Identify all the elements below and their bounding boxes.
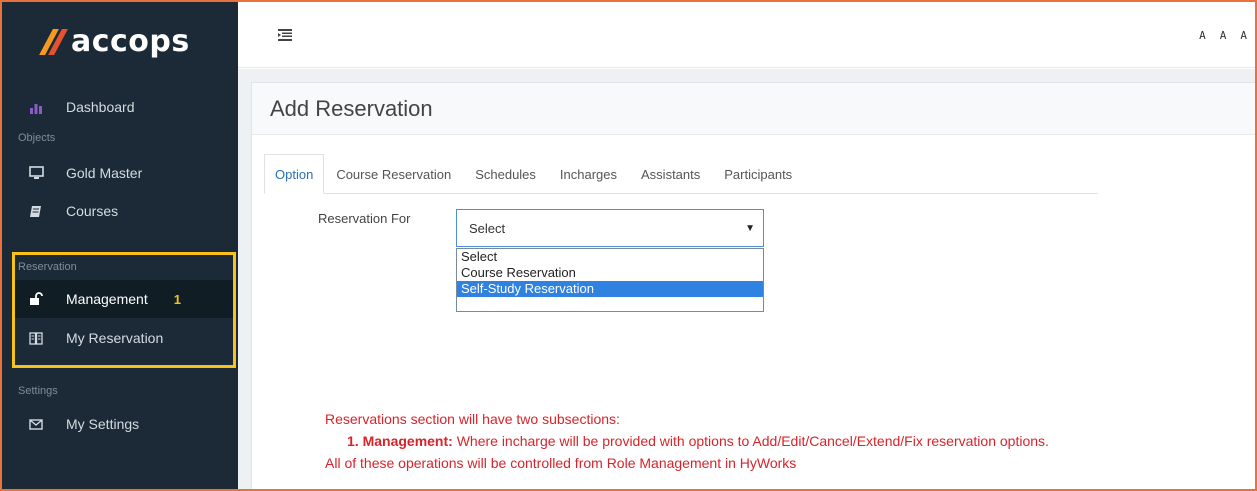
select-value: Select: [469, 220, 506, 236]
sidebar-item-label: My Reservation: [66, 330, 164, 346]
envelope-icon: [28, 416, 44, 432]
tab-course-reservation[interactable]: Course Reservation: [324, 154, 463, 194]
brand-logo[interactable]: accops: [2, 2, 238, 82]
sidebar-item-label: My Settings: [66, 416, 140, 432]
sidebar-item-label: Management: [66, 291, 148, 307]
sidebar-item-my-settings[interactable]: My Settings: [2, 405, 238, 443]
sidebar: accops Dashboard Objects Gold Master Cou…: [2, 2, 238, 489]
brand-name: accops: [71, 24, 190, 59]
annotation-line-3: All of these operations will be controll…: [325, 455, 797, 471]
content-panel: Add Reservation Option Course Reservatio…: [251, 82, 1255, 489]
bar-chart-icon: [28, 99, 44, 115]
font-size-medium-button[interactable]: A: [1220, 29, 1227, 42]
tab-incharges[interactable]: Incharges: [548, 154, 629, 194]
section-label-settings: Settings: [18, 385, 58, 397]
dropdown-option-select[interactable]: Select: [457, 249, 763, 265]
unlock-icon: [28, 291, 44, 307]
sidebar-item-my-reservation[interactable]: My Reservation: [15, 319, 233, 357]
annotation-line-2-text: Where incharge will be provided with opt…: [452, 433, 1049, 449]
font-size-small-button[interactable]: A: [1199, 29, 1206, 42]
tab-assistants[interactable]: Assistants: [629, 154, 712, 194]
annotation-number: 1: [173, 291, 181, 307]
top-bar: A A A: [238, 2, 1255, 68]
font-size-controls: A A A: [1199, 29, 1247, 42]
section-label-objects: Objects: [18, 132, 56, 144]
sidebar-item-gold-master[interactable]: Gold Master: [2, 154, 238, 192]
menu-toggle-icon[interactable]: [278, 28, 292, 41]
dropdown-option-self-study-reservation[interactable]: Self-Study Reservation: [457, 281, 763, 297]
annotation-bold-term: 1. Management:: [347, 433, 453, 449]
tab-schedules[interactable]: Schedules: [463, 154, 548, 194]
app-window: accops Dashboard Objects Gold Master Cou…: [0, 0, 1257, 491]
book-icon: [28, 203, 44, 219]
sidebar-item-courses[interactable]: Courses: [2, 192, 238, 230]
panel-header: Add Reservation: [252, 83, 1255, 135]
page-title: Add Reservation: [270, 95, 433, 121]
caret-down-icon: ▼: [745, 223, 755, 234]
tab-bar: Option Course Reservation Schedules Inch…: [264, 154, 1098, 194]
section-label-reservation: Reservation: [18, 261, 77, 273]
monitor-icon: [28, 165, 44, 181]
accops-logo-icon: [39, 29, 68, 55]
dropdown-option-course-reservation[interactable]: Course Reservation: [457, 265, 763, 281]
sidebar-item-label: Gold Master: [66, 165, 143, 181]
sidebar-item-management[interactable]: Management 1: [15, 280, 233, 318]
font-size-large-button[interactable]: A: [1240, 29, 1247, 42]
tab-option[interactable]: Option: [264, 154, 325, 194]
reservation-for-dropdown: Select Course Reservation Self-Study Res…: [456, 248, 764, 312]
open-book-icon: [28, 330, 44, 346]
reservation-for-label: Reservation For: [318, 211, 411, 226]
reservation-for-select[interactable]: Select ▼: [456, 209, 764, 247]
sidebar-item-dashboard[interactable]: Dashboard: [2, 88, 238, 126]
sidebar-item-label: Dashboard: [66, 99, 135, 115]
sidebar-item-label: Courses: [66, 203, 119, 219]
annotation-line-1: Reservations section will have two subse…: [325, 411, 620, 427]
annotation-line-2: 1. Management: Where incharge will be pr…: [347, 433, 1049, 449]
tab-participants[interactable]: Participants: [712, 154, 804, 194]
